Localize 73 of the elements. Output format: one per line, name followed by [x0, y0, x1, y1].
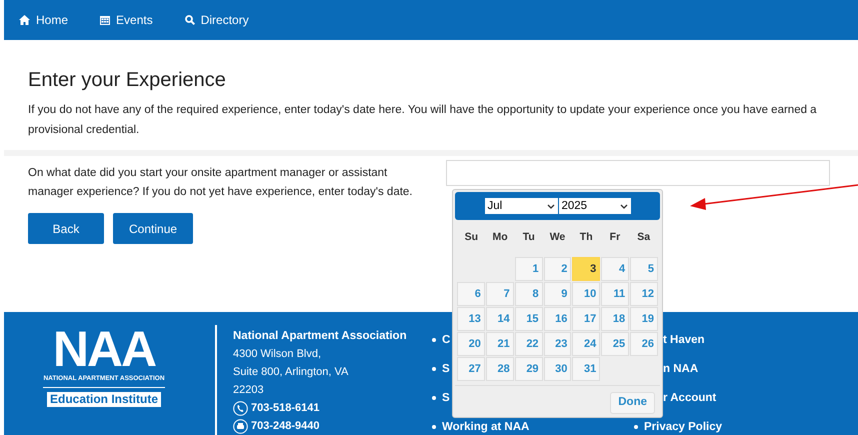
intro-text: If you do not have any of the required experience, enter today's date here. You will have the opportunity to update your experience once you have earned a provisional credential.	[28, 103, 818, 138]
form-button[interactable]: Continue	[113, 213, 194, 244]
chevron-icon	[546, 204, 554, 208]
phone-number: 703-248-9440	[251, 419, 320, 434]
address-heading: National Apartment Association	[233, 329, 407, 344]
footer-link[interactable]: C	[442, 331, 450, 349]
phone-number: 703-518-6141	[251, 401, 320, 416]
done-button[interactable]: Done	[610, 392, 655, 414]
day-cell[interactable]: 25	[601, 332, 630, 356]
fax-icon	[233, 418, 248, 434]
day-cell[interactable]: 19	[630, 306, 658, 331]
day-cell[interactable]: 8	[514, 282, 543, 306]
day-cell[interactable]: 15	[514, 306, 543, 331]
footer-link[interactable]: Working at NAA	[442, 418, 530, 435]
day-cell[interactable]: 13	[457, 306, 485, 331]
footer-link[interactable]: n NAA	[663, 360, 698, 378]
day-cell[interactable]: 11	[601, 282, 630, 306]
address-line: Suite 800, Arlington, VA	[233, 365, 350, 380]
calendar-icon	[100, 15, 110, 25]
day-cell[interactable]: 22	[514, 332, 543, 356]
weekday-label: Th	[578, 230, 594, 245]
day-cell[interactable]: 23	[544, 332, 572, 356]
day-cell[interactable]: 24	[572, 332, 600, 356]
weekday-label: Tu	[522, 230, 536, 245]
nav-link[interactable]: Home	[4, 0, 84, 40]
footer-link[interactable]: S	[442, 389, 450, 407]
day-cell[interactable]: 6	[457, 282, 485, 306]
weekday-label: Su	[464, 230, 480, 245]
day-cell[interactable]: 29	[514, 356, 543, 381]
date-field[interactable]	[446, 160, 830, 186]
day-cell[interactable]: 7	[486, 282, 514, 306]
weekday-label: We	[548, 230, 566, 245]
day-cell[interactable]: 2	[544, 256, 572, 281]
footer-link[interactable]: t Haven	[663, 331, 705, 349]
day-cell[interactable]: 5	[630, 256, 658, 281]
day-cell[interactable]: 4	[601, 256, 630, 281]
day-cell[interactable]: 17	[572, 306, 600, 331]
page-title: Enter your Experience	[28, 68, 227, 92]
month-select[interactable]: Jul	[484, 198, 558, 214]
day-cell[interactable]: 30	[544, 356, 572, 381]
day-cell[interactable]: 20	[457, 332, 485, 356]
form-button[interactable]: Back	[28, 213, 104, 244]
chevron-icon	[620, 204, 628, 208]
day-cell[interactable]: 10	[572, 282, 600, 306]
logo-mark: NAA	[52, 326, 156, 372]
logo-subtitle: Education Institute	[47, 392, 161, 407]
search-icon	[184, 15, 195, 25]
footer-link[interactable]: S	[442, 360, 450, 378]
nav-link[interactable]: Directory	[170, 0, 264, 40]
day-cell[interactable]: 31	[572, 356, 600, 381]
day-cell[interactable]: 28	[486, 356, 514, 381]
day-cell[interactable]: 18	[601, 306, 630, 331]
day-cell[interactable]: 1	[514, 256, 543, 281]
day-cell[interactable]: 3	[572, 256, 600, 281]
day-cell[interactable]: 14	[486, 306, 514, 331]
home-icon	[19, 15, 30, 25]
address-line: 22203	[233, 383, 265, 398]
weekday-label: Sa	[636, 230, 652, 245]
day-cell[interactable]: 9	[544, 282, 572, 306]
day-cell[interactable]: 26	[630, 332, 658, 356]
weekday-label: Fr	[608, 230, 622, 245]
weekday-label: Mo	[491, 230, 509, 245]
day-cell[interactable]: 21	[486, 332, 514, 356]
footer-link[interactable]: r Account	[663, 389, 716, 407]
address-line: 4300 Wilson Blvd,	[233, 347, 322, 362]
day-cell[interactable]: 12	[630, 282, 658, 306]
day-cell[interactable]: 27	[457, 356, 485, 381]
phone-icon	[233, 400, 248, 416]
year-select[interactable]: 2025	[558, 198, 630, 214]
nav-link[interactable]: Events	[85, 0, 168, 40]
question-text: On what date did you start your onsite apartment manager or assistant manager experience? If you do not yet have experience, enter today's date.	[28, 166, 414, 200]
footer-link[interactable]: Privacy Policy	[644, 418, 722, 435]
day-cell[interactable]: 16	[544, 306, 572, 331]
